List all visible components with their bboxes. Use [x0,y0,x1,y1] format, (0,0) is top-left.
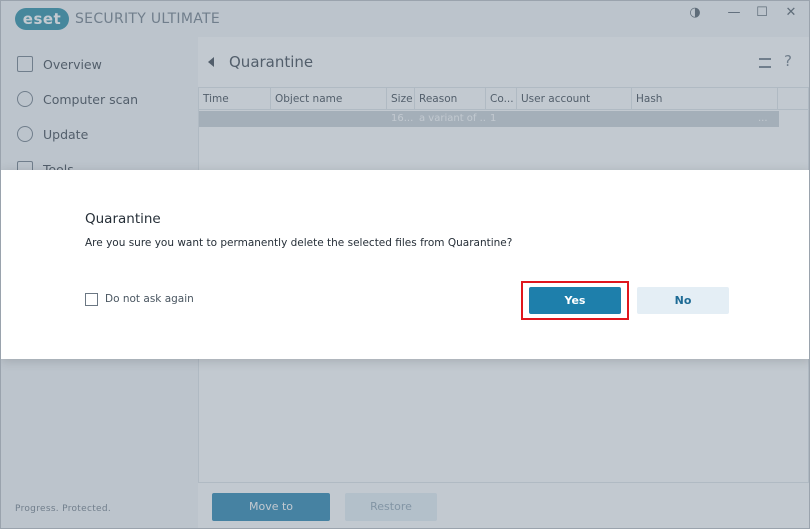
confirm-dialog: Quarantine Are you sure you want to perm… [1,170,809,359]
dialog-title: Quarantine [85,211,161,227]
no-button[interactable]: No [637,287,729,314]
do-not-ask-checkbox[interactable] [85,293,98,306]
dialog-message: Are you sure you want to permanently del… [85,237,513,249]
yes-button[interactable]: Yes [529,287,621,314]
app-window: eset SECURITY ULTIMATE ◑ — ☐ ✕ Overview … [0,0,810,529]
do-not-ask-label[interactable]: Do not ask again [105,293,194,306]
